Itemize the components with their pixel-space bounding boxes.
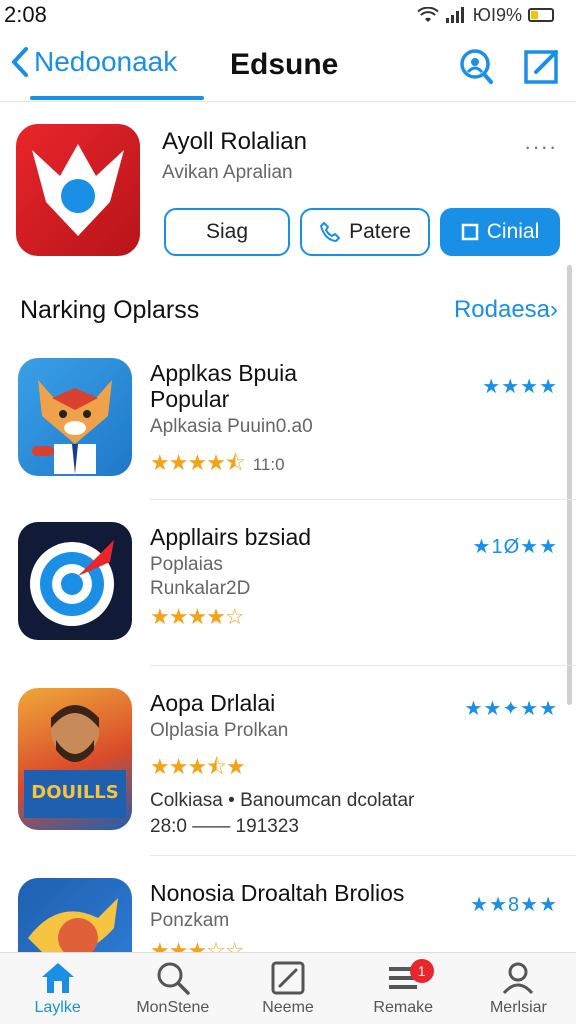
rating-stars: ★★★⯪★	[150, 754, 246, 779]
tab-search[interactable]: MonStene	[115, 953, 230, 1024]
character-game-icon	[28, 898, 118, 952]
featured-button-first[interactable]: Siag	[164, 208, 290, 256]
back-button[interactable]: Nedoonaak	[10, 46, 177, 78]
app-rating: ★★★☆☆	[150, 938, 245, 952]
rating-stars: ★★★★⯪	[150, 450, 246, 475]
battery-text: ЮI9%	[472, 4, 522, 25]
tab-home[interactable]: Laylke	[0, 953, 115, 1024]
edit-icon	[271, 961, 305, 995]
app-subtitle: Poplaias	[150, 554, 223, 575]
search-icon[interactable]	[456, 46, 496, 86]
app-blue-rating: ★★8★★	[470, 894, 558, 916]
tab-label: Remake	[373, 999, 433, 1016]
square-icon	[461, 223, 478, 241]
battery-icon	[528, 8, 554, 22]
featured-app: Ayoll Rolalian Avikan Apralian ···· Siag…	[0, 118, 576, 268]
back-label: Nedoonaak	[34, 46, 178, 77]
chevron-left-icon	[12, 47, 28, 77]
featured-button-call[interactable]: Patere	[300, 208, 430, 256]
app-subtitle: Olplasia Prolkan	[150, 720, 289, 741]
signal-icon	[445, 7, 464, 23]
app-icon	[18, 358, 132, 476]
home-icon	[41, 963, 74, 993]
fox-mascot-icon	[32, 380, 112, 474]
rating-count: 11:0	[252, 455, 285, 474]
app-subtitle: Aplkasia Puuin0.a0	[150, 416, 313, 437]
app-meta-line2: 28:0 —— 191323	[150, 816, 299, 837]
app-name: Aopa Drlalai	[150, 690, 276, 716]
list-item[interactable]: Applkas Bpuia Popular Aplkasia Puuin0.a0…	[0, 348, 576, 500]
featured-app-icon[interactable]	[16, 124, 140, 256]
featured-button-primary-label: Cinial	[486, 220, 540, 243]
tab-label: Merlsiar	[489, 999, 547, 1016]
tab-label: Neeme	[262, 999, 314, 1016]
svg-text:DOUILLS: DOUILLS	[31, 782, 118, 803]
tab-label: Laylke	[34, 999, 81, 1016]
tab-updates[interactable]: 1 Remake	[346, 953, 461, 1024]
app-name: Appllairs bzsiad	[150, 524, 312, 550]
status-time: 2:08	[4, 2, 47, 27]
app-icon	[18, 522, 132, 640]
more-options-button[interactable]: ····	[524, 134, 557, 160]
profile-icon	[503, 962, 534, 995]
app-icon	[18, 878, 132, 952]
featured-app-name: Ayoll Rolalian	[162, 128, 307, 155]
app-meta: Colkiasa • Banoumcan dcolatar	[150, 790, 415, 811]
app-icon: DOUILLS	[18, 688, 132, 830]
tab-edit[interactable]: Neeme	[230, 953, 345, 1024]
wifi-icon	[417, 7, 439, 22]
app-rating: ★★★★⯪ 11:0	[150, 446, 285, 484]
app-rating: ★★★★☆	[150, 604, 245, 630]
app-blue-rating: ★1Ø★★	[472, 536, 558, 558]
target-logo-icon	[30, 540, 114, 626]
section-header: Narking Oplarss Rodaesa›	[20, 292, 558, 332]
battery-level	[531, 11, 538, 19]
star-logo-icon	[32, 144, 124, 236]
notification-badge: 1	[409, 959, 434, 983]
app-blue-rating: ★★★★	[482, 376, 558, 398]
list-item[interactable]: DOUILLS Aopa Drlalai Olplasia Prolkan ★★…	[0, 666, 576, 856]
active-tab-underline	[30, 96, 204, 100]
featured-button-first-label: Siag	[205, 220, 249, 243]
status-icons: ЮI9%	[417, 5, 554, 26]
page-title: Edsune	[230, 48, 339, 81]
status-bar: 2:08 ЮI9%	[0, 0, 576, 30]
rating-stars: ★★★☆☆	[150, 938, 245, 952]
rating-stars: ★★★★☆	[150, 604, 245, 629]
featured-button-call-label: Patere	[349, 220, 411, 243]
list-item[interactable]: Nonosia Droaltah Brolios Ponzkam ★★★☆☆ ★…	[0, 856, 576, 952]
bottom-tab-bar: Laylke MonStene Neeme 1 Remake Merlsiar	[0, 952, 576, 1024]
section-title: Narking Oplarss	[20, 296, 200, 324]
app-name-line2: Popular	[150, 386, 230, 412]
phone-icon	[320, 222, 341, 242]
featured-button-primary[interactable]: Cinial	[440, 208, 560, 256]
app-name: Applkas Bpuia	[150, 360, 298, 386]
tab-label: MonStene	[136, 999, 210, 1016]
featured-app-subtitle: Avikan Apralian	[162, 162, 293, 183]
app-blue-rating: ★★✦★★	[464, 698, 558, 720]
compose-icon[interactable]	[522, 46, 562, 86]
search-icon	[157, 962, 190, 995]
tab-profile[interactable]: Merlsiar	[461, 953, 576, 1024]
see-all-link[interactable]: Rodaesa›	[454, 296, 558, 324]
top-navigation: Nedoonaak Edsune	[0, 34, 576, 102]
app-subtitle: Ponzkam	[150, 910, 230, 931]
character-game-icon: DOUILLS	[24, 705, 126, 818]
app-subtitle-line2: Runkalar2D	[150, 578, 251, 599]
list-item[interactable]: Appllairs bzsiad Poplaias Runkalar2D ★★★…	[0, 500, 576, 666]
app-name: Nonosia Droaltah Brolios	[150, 880, 405, 906]
app-rating: ★★★⯪★	[150, 750, 246, 788]
